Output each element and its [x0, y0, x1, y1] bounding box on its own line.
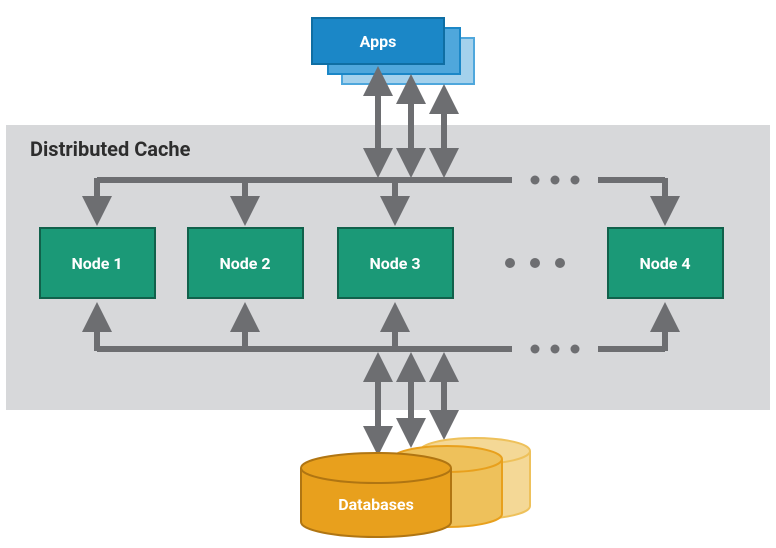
cache-title: Distributed Cache — [30, 137, 191, 161]
node-label: Node 2 — [219, 254, 270, 273]
databases-label: Databases — [338, 495, 414, 514]
node-label: Node 1 — [71, 254, 122, 273]
ellipsis-icon — [531, 345, 580, 354]
cache-nodes: Node 1 Node 2 Node 3 Node 4 — [40, 228, 723, 298]
distributed-cache-diagram: Distributed Cache Apps Node 1 — [0, 0, 776, 548]
node-label: Node 4 — [639, 254, 690, 273]
apps-stack: Apps — [312, 18, 474, 84]
databases-stack: Databases — [301, 438, 530, 537]
apps-label: Apps — [360, 32, 397, 51]
node-label: Node 3 — [369, 254, 420, 273]
ellipsis-icon — [531, 176, 580, 185]
